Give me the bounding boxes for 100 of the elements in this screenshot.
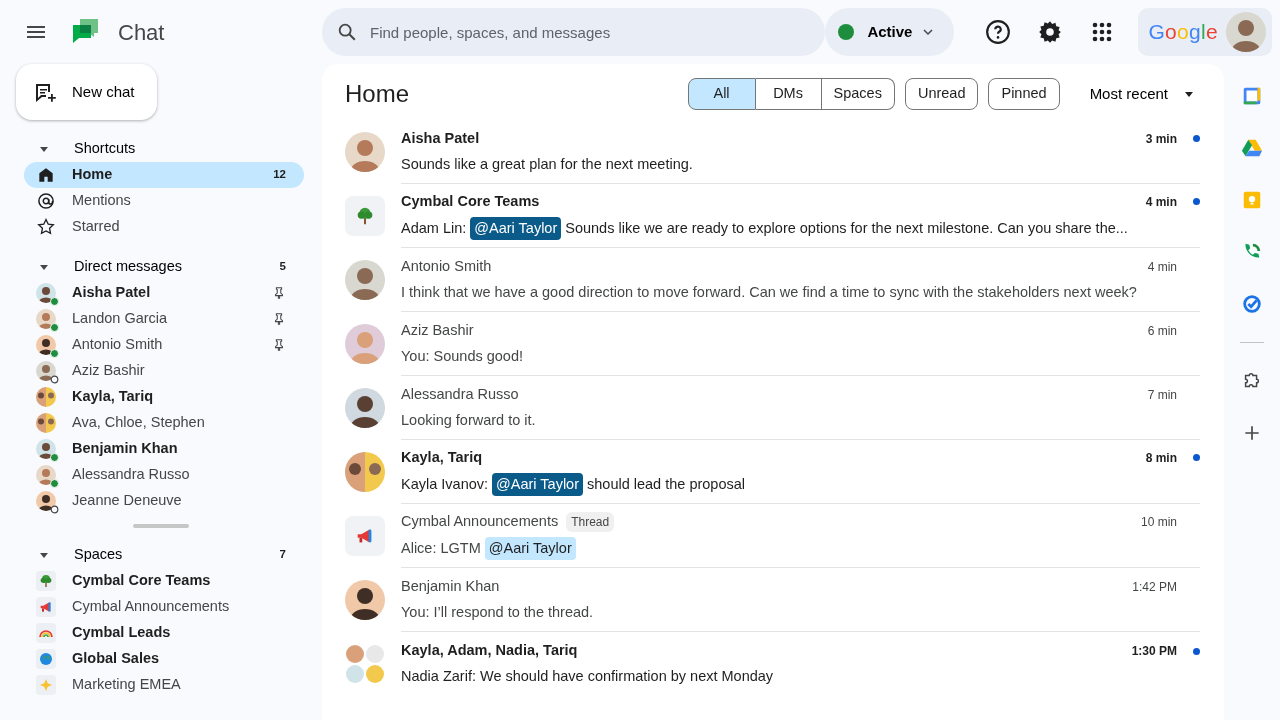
message-preview: Alice: LGTM <box>401 538 481 558</box>
timestamp: 8 min <box>1145 449 1177 467</box>
conversation-title: Kayla, Tariq <box>401 447 483 467</box>
message-preview: Looking forward to it. <box>401 410 536 430</box>
avatar <box>36 491 56 511</box>
conversation-item[interactable]: Aziz Bashir <box>24 358 304 384</box>
search-field[interactable]: Find people, spaces, and messages <box>322 8 826 56</box>
space-item[interactable]: Cymbal Announcements <box>24 594 304 620</box>
conversation-row[interactable]: Alessandra Russo 7 min Looking forward to it. <box>322 376 1224 440</box>
avatar <box>345 580 385 620</box>
resize-handle[interactable] <box>133 524 189 528</box>
mention-chip[interactable]: @Aari Taylor <box>470 216 562 241</box>
help-icon <box>985 19 1012 45</box>
avatar <box>36 283 56 303</box>
timestamp: 1:42 PM <box>1132 578 1177 596</box>
app-title: Chat <box>118 18 165 47</box>
conversation-item[interactable]: Aisha Patel <box>24 280 304 306</box>
mention-chip[interactable]: @Aari Taylor <box>484 536 576 561</box>
nav-item[interactable]: Home 12 <box>24 162 304 188</box>
conversation-title: Kayla, Adam, Nadia, Tariq <box>401 641 578 661</box>
new-chat-button[interactable]: New chat <box>16 64 157 120</box>
message-preview: Sounds like a great plan for the next meeting. <box>401 154 693 174</box>
message-preview: Kayla Ivanov: <box>401 474 489 494</box>
conversation-item[interactable]: Jeanne Deneuve <box>24 488 304 514</box>
message-preview: You: Sounds good! <box>401 346 524 366</box>
conversation-row[interactable]: Cymbal Core Teams 4 min Adam Lin: @Aari Taylor Sounds like we are ready to explore options for the next milestone. Can you share the... <box>322 184 1224 248</box>
conversation-item[interactable]: Benjamin Khan <box>24 436 304 462</box>
section-header[interactable]: Shortcuts <box>0 136 322 162</box>
conversation-title: Antonio Smith <box>401 256 492 276</box>
space-item[interactable]: Global Sales <box>24 646 304 672</box>
nav-item[interactable]: Starred <box>24 214 304 240</box>
avatar <box>36 439 56 459</box>
space-item[interactable]: Marketing EMEA <box>24 672 304 698</box>
sort-dropdown[interactable]: Most recent <box>1083 81 1200 107</box>
nav-item[interactable]: Mentions <box>24 188 304 214</box>
filter-chip[interactable]: Unread <box>904 78 979 110</box>
conversation-title: Aisha Patel <box>401 128 480 148</box>
filter-chip[interactable]: Spaces <box>821 78 895 110</box>
timestamp: 4 min <box>1147 258 1177 276</box>
tree-icon <box>38 573 54 589</box>
conversation-title: Cymbal Core Teams <box>401 191 540 211</box>
filter-chip[interactable]: Pinned <box>988 78 1060 110</box>
conversation-row[interactable]: Aziz Bashir 6 min You: Sounds good! <box>322 312 1224 376</box>
conversation-item[interactable]: Alessandra Russo <box>24 462 304 488</box>
avatar <box>345 324 385 364</box>
space-item[interactable]: Cymbal Leads <box>24 620 304 646</box>
conversation-item[interactable]: Antonio Smith <box>24 332 304 358</box>
google-logo: Google <box>1148 19 1218 46</box>
section-header[interactable]: Spaces 7 <box>0 542 322 568</box>
drive-icon <box>1241 137 1263 159</box>
avatar <box>36 361 56 381</box>
filter-chip[interactable]: All <box>687 78 756 110</box>
checkmark-icon <box>1241 293 1263 315</box>
sparkle-icon <box>38 677 54 693</box>
page-title: Home <box>345 79 410 109</box>
group-avatar <box>36 413 56 433</box>
group-avatar <box>36 387 56 407</box>
timestamp: 10 min <box>1140 513 1177 531</box>
conversation-row[interactable]: Kayla, Adam, Nadia, Tariq 1:30 PM Nadia Zarif: We should have confirmation by next Monday <box>322 632 1224 696</box>
avatar <box>345 260 385 300</box>
globe-icon <box>38 651 54 667</box>
conversation-row[interactable]: Antonio Smith 4 min I think that we have a good direction to move forward. Can we find a time to sync with the stakeholders next week? <box>322 248 1224 312</box>
group-avatar <box>345 452 385 492</box>
conversation-row[interactable]: Cymbal Announcements Thread 10 min Alice: LGTM @Aari Taylor <box>322 504 1224 568</box>
conversation-row[interactable]: Kayla, Tariq 8 min Kayla Ivanov: @Aari Taylor should lead the proposal <box>322 440 1224 504</box>
status-dropdown[interactable]: Active <box>825 8 955 56</box>
conversation-row[interactable]: Benjamin Khan 1:42 PM You: I’ll respond to the thread. <box>322 568 1224 632</box>
section-header[interactable]: Direct messages 5 <box>0 254 322 280</box>
conversation-row[interactable]: Aisha Patel 3 min Sounds like a great plan for the next meeting. <box>322 120 1224 184</box>
caret-icon <box>1184 89 1194 99</box>
account-avatar <box>1226 12 1266 52</box>
timestamp: 4 min <box>1145 193 1177 211</box>
thread-tag: Thread <box>566 511 615 532</box>
mention-icon <box>36 191 56 211</box>
conversation-item[interactable]: Ava, Chloe, Stephen <box>24 410 304 436</box>
timestamp: 7 min <box>1147 386 1177 404</box>
conversation-title: Alessandra Russo <box>401 384 519 404</box>
timestamp: 6 min <box>1147 322 1177 340</box>
avatar <box>345 132 385 172</box>
plus-icon <box>1242 423 1262 443</box>
avatar <box>36 309 56 329</box>
conversation-title: Aziz Bashir <box>401 320 474 340</box>
avatar <box>36 335 56 355</box>
conversation-item[interactable]: Landon Garcia <box>24 306 304 332</box>
message-preview: Nadia Zarif: We should have confirmation by next Monday <box>401 667 774 686</box>
group-avatar <box>345 644 385 684</box>
message-preview: Adam Lin: <box>401 218 467 238</box>
timestamp: 3 min <box>1145 130 1177 148</box>
lightbulb-icon <box>1241 189 1263 211</box>
mention-chip[interactable]: @Aari Taylor <box>492 472 583 497</box>
conversation-title: Benjamin Khan <box>401 576 500 596</box>
filter-chip[interactable]: DMs <box>755 78 822 110</box>
conversation-title: Cymbal Announcements <box>401 511 559 531</box>
message-preview: Sounds like we are ready to explore options for the next milestone. Can you share the... <box>565 218 1128 238</box>
message-preview: You: I’ll respond to the thread. <box>401 602 594 622</box>
conversation-item[interactable]: Kayla, Tariq <box>24 384 304 410</box>
message-preview: I think that we have a good direction to move forward. Can we find a time to sync with the stakeholders next week? <box>401 282 1137 302</box>
megaphone-icon <box>38 599 54 615</box>
space-item[interactable]: Cymbal Core Teams <box>24 568 304 594</box>
star-icon <box>36 217 56 237</box>
